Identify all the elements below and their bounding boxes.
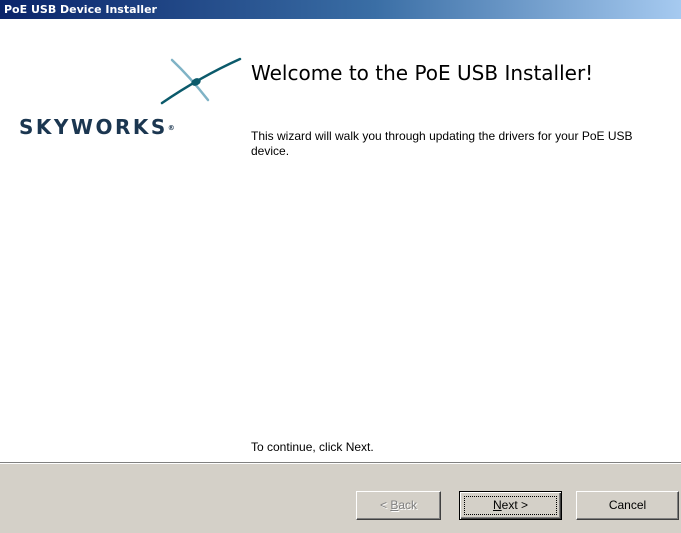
button-bar: < Back Next > Cancel — [0, 462, 681, 533]
welcome-heading: Welcome to the PoE USB Installer! — [251, 61, 594, 85]
installer-window: PoE USB Device Installer SKYWORKS® Welco… — [0, 0, 681, 533]
focus-rect — [464, 496, 557, 515]
title-bar[interactable]: PoE USB Device Installer — [0, 0, 681, 19]
registered-mark: ® — [167, 124, 175, 132]
window-title: PoE USB Device Installer — [4, 3, 157, 16]
back-button-label: ack — [398, 498, 418, 512]
footer-divider — [0, 462, 681, 464]
logo-text: SKYWORKS — [19, 115, 168, 139]
continue-instruction: To continue, click Next. — [251, 440, 374, 454]
welcome-description: This wizard will walk you through updati… — [251, 129, 633, 158]
cancel-button[interactable]: Cancel — [576, 491, 679, 520]
back-button[interactable]: < Back — [356, 491, 441, 520]
skyworks-logo: SKYWORKS® — [0, 19, 242, 159]
skyworks-x-mark-icon — [160, 57, 242, 105]
skyworks-wordmark: SKYWORKS® — [19, 116, 175, 138]
back-button-prefix: < — [379, 498, 391, 512]
wizard-content: SKYWORKS® Welcome to the PoE USB Install… — [0, 19, 681, 462]
next-button[interactable]: Next > — [459, 491, 562, 520]
